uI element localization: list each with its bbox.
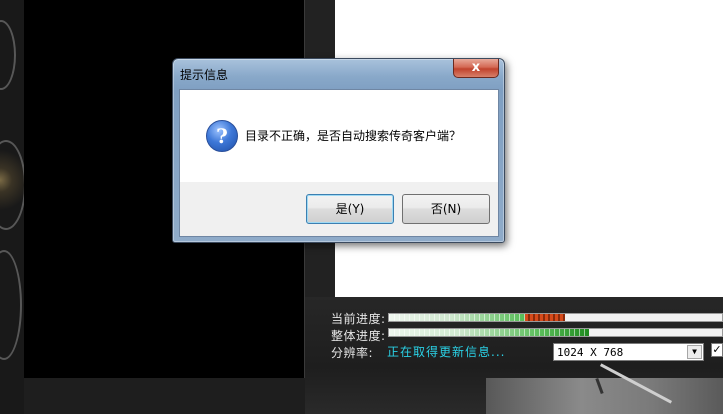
overall-progress-label: 整体进度: bbox=[331, 329, 386, 343]
chevron-down-icon[interactable]: ▼ bbox=[687, 345, 702, 359]
yes-button[interactable]: 是(Y) bbox=[306, 194, 394, 224]
question-icon: ? bbox=[206, 120, 238, 152]
current-progress-bar bbox=[388, 313, 723, 322]
dialog-body: ? 目录不正确，是否自动搜索传奇客户端？ 是(Y) 否(N) bbox=[179, 89, 499, 237]
status-text: 正在取得更新信息... bbox=[387, 345, 506, 359]
no-button[interactable]: 否(N) bbox=[402, 194, 490, 224]
overall-progress-bar bbox=[388, 328, 723, 337]
resolution-label: 分辨率: bbox=[331, 346, 374, 360]
footer-left bbox=[24, 378, 305, 414]
close-button[interactable]: x bbox=[453, 59, 499, 78]
resolution-value: 1024 X 768 bbox=[557, 346, 624, 359]
decorative-art-left bbox=[0, 0, 24, 414]
current-progress-label: 当前进度: bbox=[331, 312, 386, 326]
resolution-select[interactable]: 1024 X 768 ▼ bbox=[553, 343, 704, 361]
dialog-content: ? 目录不正确，是否自动搜索传奇客户端？ bbox=[180, 90, 498, 182]
fullscreen-checkbox[interactable]: ✓ bbox=[711, 343, 723, 357]
dialog-message: 目录不正确，是否自动搜索传奇客户端？ bbox=[245, 129, 462, 143]
dialog-title: 提示信息 bbox=[180, 68, 229, 82]
current-progress-tip bbox=[525, 314, 565, 321]
overall-progress-fill bbox=[389, 329, 589, 336]
message-dialog: 提示信息 x ? 目录不正确，是否自动搜索传奇客户端？ 是(Y) 否(N) bbox=[172, 58, 505, 243]
decorative-art-bottom bbox=[486, 363, 723, 414]
